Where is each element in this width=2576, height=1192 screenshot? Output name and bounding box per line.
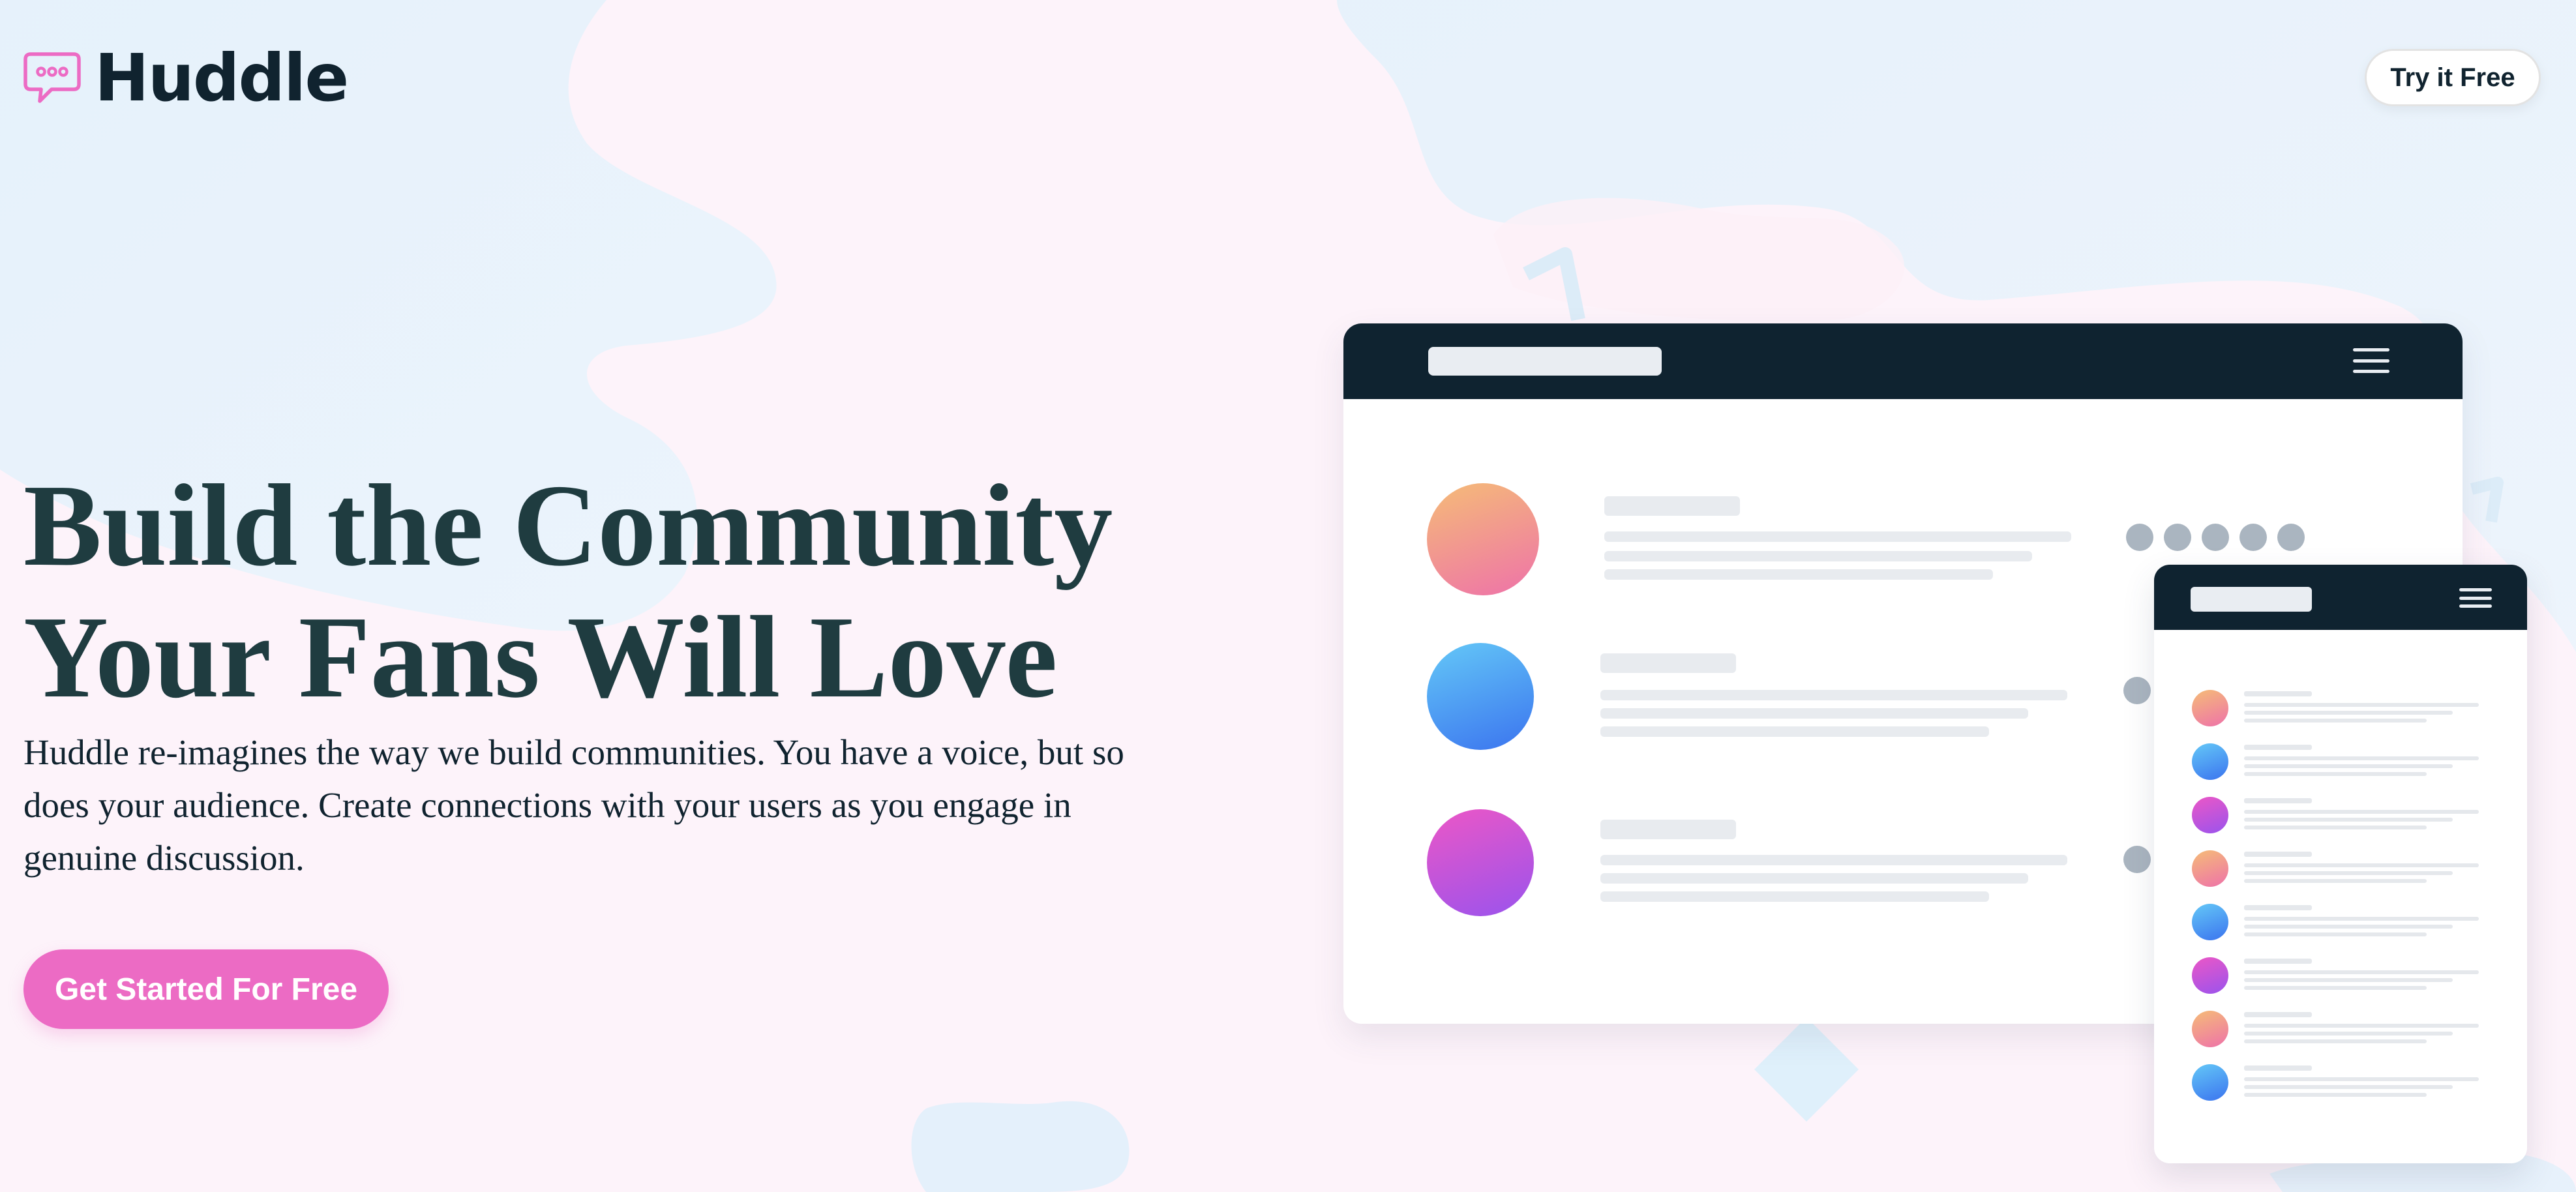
avatar <box>1427 809 1534 916</box>
placeholder-bar <box>2244 764 2453 768</box>
placeholder-bar <box>2244 1085 2453 1089</box>
list-item <box>2154 1064 2527 1103</box>
avatar <box>2192 743 2228 780</box>
placeholder-bar <box>2244 852 2312 857</box>
list-item <box>2154 1011 2527 1050</box>
placeholder-bar <box>2244 1065 2312 1071</box>
status-dot <box>2126 524 2153 551</box>
mobile-mockup-title-placeholder <box>2191 587 2312 612</box>
list-item <box>2154 850 2527 889</box>
placeholder-bar <box>2244 970 2479 974</box>
status-dot <box>2164 524 2191 551</box>
placeholder-bar <box>2244 810 2479 814</box>
status-dot <box>2123 677 2151 704</box>
mobile-mockup <box>2154 565 2527 1163</box>
placeholder-bar <box>1604 531 2071 542</box>
placeholder-bar <box>2244 959 2312 964</box>
placeholder-bar <box>1604 569 1993 580</box>
placeholder-bar <box>2244 798 2312 803</box>
placeholder-bar <box>1600 873 2028 884</box>
placeholder-bar <box>2244 1077 2479 1081</box>
hero-headline: Build the Community Your Fans Will Love <box>23 460 1113 723</box>
placeholder-bar <box>2244 1093 2427 1097</box>
avatar <box>2192 797 2228 833</box>
avatar <box>2192 1011 2228 1047</box>
placeholder-bar <box>2244 745 2312 750</box>
logo[interactable]: Huddle <box>23 40 349 116</box>
status-dot <box>2123 846 2151 873</box>
mobile-mockup-header <box>2154 565 2527 630</box>
placeholder-bar <box>1600 708 2028 719</box>
status-dot <box>2277 524 2305 551</box>
placeholder-bar <box>2244 826 2427 829</box>
avatar <box>2192 690 2228 726</box>
placeholder-bar <box>1604 496 1740 516</box>
headline-line-2: Your Fans Will Love <box>23 592 1058 722</box>
placeholder-bar <box>2244 932 2427 936</box>
placeholder-bar <box>2244 1024 2479 1028</box>
placeholder-bar <box>1600 891 1989 902</box>
desktop-mockup-header <box>1343 323 2463 399</box>
placeholder-bar <box>1600 690 2067 700</box>
status-dot <box>2239 524 2267 551</box>
placeholder-bar <box>2244 986 2427 990</box>
placeholder-bar <box>2244 756 2479 760</box>
avatar <box>2192 904 2228 940</box>
brand-name: Huddle <box>95 40 349 116</box>
placeholder-bar <box>2244 691 2312 696</box>
desktop-mockup-title-placeholder <box>1428 347 1662 376</box>
avatar <box>2192 957 2228 994</box>
avatar <box>2192 1064 2228 1101</box>
placeholder-bar <box>2244 1032 2453 1036</box>
headline-line-1: Build the Community <box>23 460 1113 590</box>
hamburger-menu-icon <box>2459 588 2492 608</box>
chat-bubble-icon <box>23 52 81 103</box>
hero-description: Huddle re-imagines the way we build comm… <box>23 732 1124 878</box>
placeholder-bar <box>2244 772 2427 776</box>
avatar <box>2192 850 2228 887</box>
placeholder-bar <box>2244 1039 2427 1043</box>
placeholder-bar <box>2244 1012 2312 1017</box>
avatar <box>1427 643 1534 750</box>
try-it-free-button[interactable]: Try it Free <box>2365 49 2541 106</box>
hamburger-menu-icon <box>2353 348 2389 373</box>
avatar <box>1427 483 1539 595</box>
placeholder-bar <box>2244 905 2312 910</box>
placeholder-bar <box>1600 820 1736 839</box>
placeholder-bar <box>2244 703 2479 707</box>
placeholder-bar <box>2244 711 2453 715</box>
placeholder-bar <box>2244 863 2479 867</box>
list-item <box>2154 957 2527 996</box>
placeholder-bar <box>1600 855 2067 865</box>
placeholder-bar <box>2244 719 2427 723</box>
placeholder-bar <box>2244 917 2479 921</box>
list-item <box>2154 904 2527 943</box>
placeholder-bar <box>2244 978 2453 982</box>
placeholder-bar <box>2244 925 2453 929</box>
placeholder-bar <box>2244 871 2453 875</box>
status-dot <box>2202 524 2229 551</box>
get-started-button[interactable]: Get Started For Free <box>23 949 389 1029</box>
placeholder-bar <box>1604 551 2032 561</box>
list-item <box>2154 690 2527 729</box>
placeholder-bar <box>2244 818 2453 822</box>
placeholder-bar <box>2244 879 2427 883</box>
placeholder-bar <box>1600 726 1989 737</box>
placeholder-bar <box>1600 653 1736 673</box>
list-item <box>2154 797 2527 836</box>
list-item <box>2154 743 2527 782</box>
